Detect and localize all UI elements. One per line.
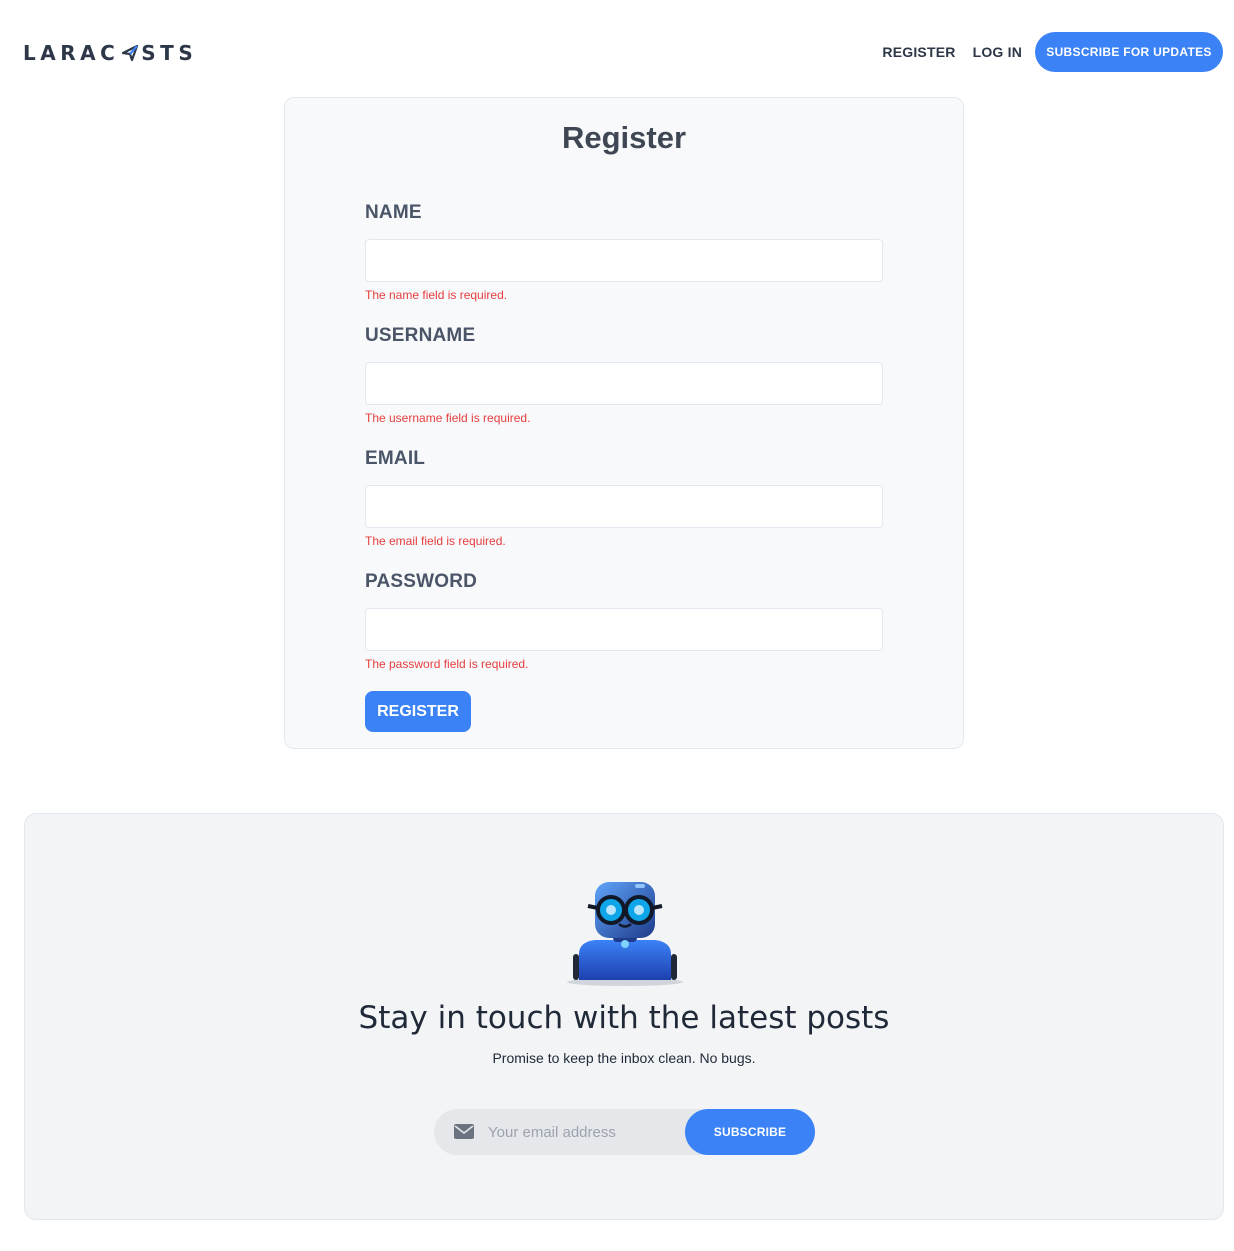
nav-login-link[interactable]: LOG IN [973,44,1022,60]
nav-register-link[interactable]: REGISTER [882,44,955,60]
logo-text-right: STS [141,41,198,65]
site-header: LARAC STS REGISTER LOG IN SUBSCRIBE FOR … [0,0,1234,100]
subscribe-updates-button[interactable]: SUBSCRIBE FOR UPDATES [1035,32,1223,72]
password-label: PASSWORD [365,571,478,592]
newsletter-title: Stay in touch with the latest posts [358,1000,890,1036]
username-input[interactable] [365,362,883,405]
password-input[interactable] [365,608,883,651]
username-error: The username field is required. [365,411,531,425]
robot-mascot-illustration [567,882,683,986]
email-input[interactable] [365,485,883,528]
logo-text-left: LARAC [23,41,120,65]
username-label: USERNAME [365,325,476,346]
email-label: EMAIL [365,448,426,469]
register-submit-button[interactable]: REGISTER [365,691,471,732]
email-error: The email field is required. [365,534,506,548]
newsletter-input-wrap [434,1109,704,1155]
logo-arrow-icon [122,44,139,62]
newsletter-form: SUBSCRIBE [434,1109,815,1155]
newsletter-subscribe-button[interactable]: SUBSCRIBE [685,1109,815,1155]
mail-icon [454,1124,474,1139]
top-nav: REGISTER LOG IN SUBSCRIBE FOR UPDATES [882,32,1223,72]
newsletter-subtitle: Promise to keep the inbox clean. No bugs… [492,1050,756,1066]
email-field-group: EMAIL The email field is required. [365,448,883,550]
newsletter-panel: Stay in touch with the latest posts Prom… [24,813,1224,1220]
name-field-group: NAME The name field is required. [365,202,883,304]
name-input[interactable] [365,239,883,282]
name-label: NAME [365,202,422,223]
newsletter-email-input[interactable] [488,1109,698,1155]
register-card: Register NAME The name field is required… [284,97,964,749]
name-error: The name field is required. [365,288,508,302]
password-error: The password field is required. [365,657,529,671]
username-field-group: USERNAME The username field is required. [365,325,883,427]
laracasts-logo[interactable]: LARAC STS [23,41,197,65]
password-field-group: PASSWORD The password field is required. [365,571,883,673]
page-title: Register [561,120,687,155]
